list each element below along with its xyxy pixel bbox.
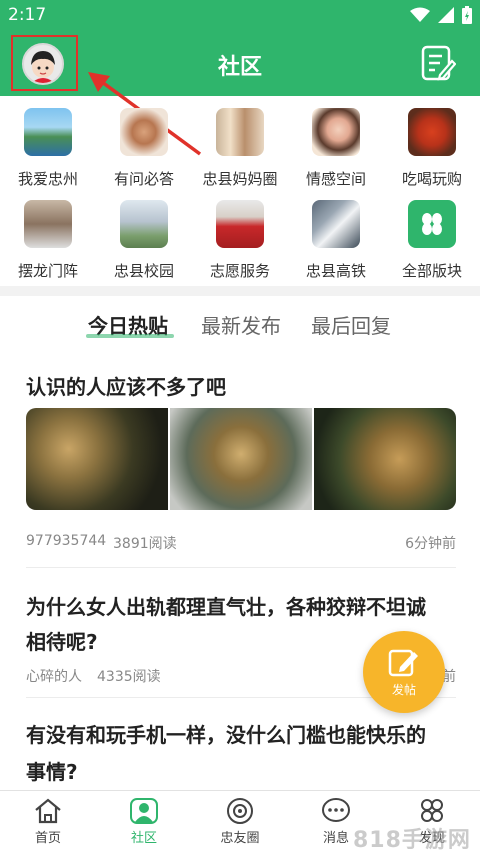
nav-home[interactable]: 首页 [0,791,96,854]
status-time: 2:17 [8,5,47,25]
category-chihewangou[interactable]: 吃喝玩购 [384,104,480,196]
people-thumbnail [24,200,72,248]
post-tabs: 今日热贴 最新发布 最后回复 [0,310,480,350]
category-label: 忠县高铁 [305,262,366,280]
category-qinggankongjian[interactable]: 情感空间 [288,104,384,196]
edit-note-icon[interactable] [420,44,456,82]
grid-row: 我爱忠州 有问必答 忠县妈妈圈 情感空间 吃喝玩购 [0,104,480,196]
category-grid: 我爱忠州 有问必答 忠县妈妈圈 情感空间 吃喝玩购 摆龙门阵 忠县校园 志愿服务… [0,104,480,288]
tab-latest[interactable]: 最新发布 [201,310,281,339]
community-icon [130,798,158,824]
category-mamaquan[interactable]: 忠县妈妈圈 [192,104,288,196]
status-icons [410,6,472,24]
nav-community[interactable]: 社区 [96,791,192,854]
community-page: 2:17 社区 我爱忠州 有问必答 忠县妈妈圈 情感空间 吃喝玩购 摆龙门阵 忠… [0,0,480,854]
camera-lens-icon [227,798,253,824]
post-author: 977935744 [26,533,107,549]
new-post-label: 发帖 [391,682,416,697]
post-title-line2[interactable]: 事情? [26,756,78,785]
campus-thumbnail [120,200,168,248]
post-reads: 3891阅读 [113,536,177,552]
watermark: 818手游网 [353,828,471,853]
post-title-line1[interactable]: 为什么女人出轨都理直气壮，各种狡辩不坦诚 [26,591,426,620]
city-lake-thumbnail [24,108,72,156]
hands-thumbnail [120,108,168,156]
food-thumbnail [408,108,456,156]
compose-icon [388,649,418,676]
category-label: 我爱忠州 [17,170,78,188]
section-divider [0,286,480,296]
post-reads: 4335阅读 [97,669,161,685]
category-label: 忠县校园 [113,262,174,280]
train-thumbnail [312,200,360,248]
category-zhiyuanfuwu[interactable]: 志愿服务 [192,196,288,288]
post-title-line2[interactable]: 相待呢? [26,626,98,655]
post-image [26,408,168,510]
post-image-row[interactable] [26,408,456,510]
category-label: 全部版块 [401,262,462,280]
nav-friends-circle[interactable]: 忠友圈 [192,791,288,854]
post-image [170,408,312,510]
category-label: 摆龙门阵 [17,262,78,280]
home-icon [35,798,61,824]
category-woaizhongzhou[interactable]: 我爱忠州 [0,104,96,196]
app-header: 社区 [0,30,480,96]
nav-label: 社区 [130,831,157,846]
post-image [314,408,456,510]
category-label: 志愿服务 [209,262,270,280]
category-label: 有问必答 [113,170,174,188]
category-all-boards[interactable]: 全部版块 [384,196,480,288]
battery-icon [462,6,472,24]
category-label: 吃喝玩购 [401,170,462,188]
volunteers-thumbnail [216,200,264,248]
category-gaotie[interactable]: 忠县高铁 [288,196,384,288]
category-youwenbida[interactable]: 有问必答 [96,104,192,196]
clover-icon [421,799,443,822]
post-title[interactable]: 认识的人应该不多了吧 [26,371,226,400]
category-xiaoyuan[interactable]: 忠县校园 [96,196,192,288]
family-thumbnail [216,108,264,156]
girl-thumbnail [312,108,360,156]
nav-label: 首页 [34,831,61,846]
category-bailongmenzhen[interactable]: 摆龙门阵 [0,196,96,288]
post-time: 6分钟前 [405,536,456,552]
wifi-icon [410,7,430,22]
message-icon [322,798,350,822]
all-boards-icon [408,200,456,248]
signal-icon [438,7,454,23]
page-title: 社区 [217,55,262,80]
post-title-line1[interactable]: 有没有和玩手机一样，没什么门槛也能快乐的 [26,719,426,748]
post-separator [26,567,456,568]
nav-label: 消息 [322,831,349,846]
category-label: 忠县妈妈圈 [202,170,278,188]
category-label: 情感空间 [305,170,366,188]
active-tab-indicator [86,334,174,338]
nav-label: 忠友圈 [220,831,260,846]
grid-row: 摆龙门阵 忠县校园 志愿服务 忠县高铁 全部版块 [0,196,480,288]
post-author: 心碎的人 [26,669,82,685]
status-bar: 2:17 [0,0,480,30]
new-post-button[interactable]: 发帖 [363,631,445,713]
tab-last-reply[interactable]: 最后回复 [311,310,391,339]
